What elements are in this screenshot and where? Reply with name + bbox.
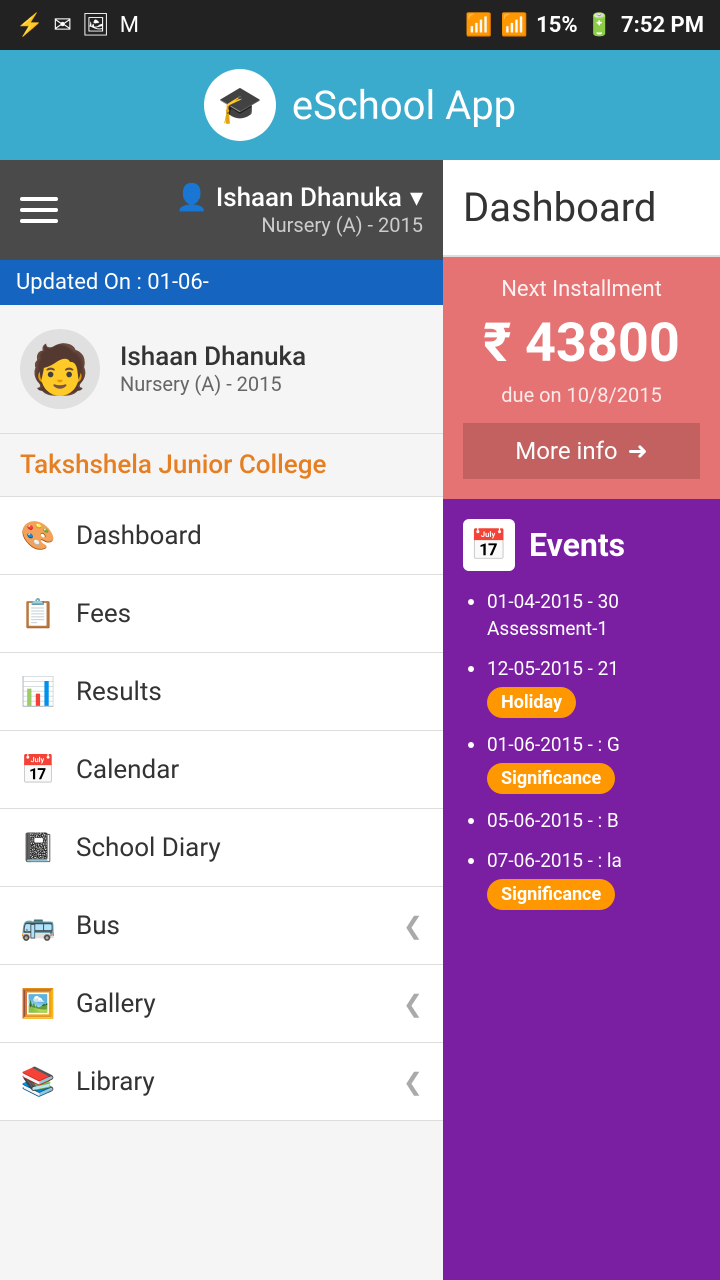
right-panel: Dashboard Next Installment ₹ 43800 due o… <box>443 160 720 1280</box>
sidebar-item-schooldiary[interactable]: 📓 School Diary <box>0 809 443 887</box>
status-right-info: 📶 📶 15% 🔋 7:52 PM <box>465 13 704 38</box>
sidebar: 👤 Ishaan Dhanuka ▾ Nursery (A) - 2015 Up… <box>0 160 443 1280</box>
sidebar-item-bus[interactable]: 🚌 Bus ❮ <box>0 887 443 965</box>
events-card: 📅 Events 01-04-2015 - 30 Assessment-1 12-… <box>443 499 720 1280</box>
profile-section: 🧑 Ishaan Dhanuka Nursery (A) - 2015 <box>0 305 443 434</box>
header-classname: Nursery (A) - 2015 <box>261 213 423 237</box>
signal-icon: 📶 <box>501 13 528 38</box>
calendar-icon: 📅 <box>463 519 515 571</box>
avatar: 🧑 <box>20 329 100 409</box>
library-label: Library <box>76 1067 383 1097</box>
dropdown-icon: ▾ <box>410 183 423 213</box>
events-title: Events <box>529 526 625 564</box>
list-item: 07-06-2015 - : la Significance <box>487 848 700 910</box>
app-title: eSchool App <box>292 82 516 129</box>
sidebar-item-fees[interactable]: 📋 Fees <box>0 575 443 653</box>
header-username[interactable]: 👤 Ishaan Dhanuka ▾ <box>175 183 423 213</box>
sidebar-item-library[interactable]: 📚 Library ❮ <box>0 1043 443 1121</box>
wifi-icon: 📶 <box>465 13 492 38</box>
user-icon: 👤 <box>175 183 207 213</box>
battery-icon: 🔋 <box>586 13 613 38</box>
list-item: 05-06-2015 - : B <box>487 808 700 835</box>
dashboard-header: Dashboard <box>443 160 720 257</box>
event-badge: Holiday <box>487 687 576 718</box>
calendar-icon: 📅 <box>20 753 56 786</box>
event-text: Assessment-1 <box>487 617 608 640</box>
event-list: 01-04-2015 - 30 Assessment-1 12-05-2015 -… <box>463 589 700 910</box>
dashboard-icon: 🎨 <box>20 519 56 552</box>
event-badge: Significance <box>487 763 615 794</box>
schooldiary-label: School Diary <box>76 833 423 863</box>
sidebar-topbar: 👤 Ishaan Dhanuka ▾ Nursery (A) - 2015 <box>0 160 443 260</box>
battery-level: 15% <box>536 13 578 38</box>
events-header: 📅 Events <box>463 519 700 571</box>
fees-card: Next Installment ₹ 43800 due on 10/8/201… <box>443 257 720 499</box>
event-date: 01-06-2015 - : G <box>487 733 620 756</box>
usb-icon: ⚡ <box>16 13 43 38</box>
event-date: 12-05-2015 - 21 <box>487 657 619 680</box>
school-name: Takshshela Junior College <box>0 434 443 497</box>
profile-text: Ishaan Dhanuka Nursery (A) - 2015 <box>120 342 306 396</box>
status-bar: ⚡ ✉ 🖼 M 📶 📶 15% 🔋 7:52 PM <box>0 0 720 50</box>
next-installment-label: Next Installment <box>463 277 700 302</box>
gmail-icon: M <box>120 13 139 38</box>
bus-icon: 🚌 <box>20 909 56 942</box>
profile-class: Nursery (A) - 2015 <box>120 372 306 396</box>
library-arrow: ❮ <box>403 1068 423 1096</box>
profile-name: Ishaan Dhanuka <box>120 342 306 372</box>
more-info-button[interactable]: More info ➜ <box>463 423 700 479</box>
calendar-label: Calendar <box>76 755 423 785</box>
nav-list: 🎨 Dashboard 📋 Fees 📊 Results 📅 Calendar … <box>0 497 443 1121</box>
app-header: 🎓 eSchool App <box>0 50 720 160</box>
gallery-arrow: ❮ <box>403 990 423 1018</box>
image-icon: 🖼 <box>82 13 110 38</box>
event-date: 01-04-2015 - 30 <box>487 590 619 613</box>
event-badge: Significance <box>487 879 615 910</box>
sidebar-item-calendar[interactable]: 📅 Calendar <box>0 731 443 809</box>
app-logo: 🎓 <box>204 69 276 141</box>
results-icon: 📊 <box>20 675 56 708</box>
main-layout: 👤 Ishaan Dhanuka ▾ Nursery (A) - 2015 Up… <box>0 160 720 1280</box>
user-info-header: 👤 Ishaan Dhanuka ▾ Nursery (A) - 2015 <box>175 183 423 237</box>
gallery-icon: 🖼️ <box>20 987 56 1020</box>
avatar-image: 🧑 <box>30 341 90 398</box>
bus-label: Bus <box>76 911 383 941</box>
status-left-icons: ⚡ ✉ 🖼 M <box>16 13 139 38</box>
list-item: 01-04-2015 - 30 Assessment-1 <box>487 589 700 642</box>
library-icon: 📚 <box>20 1065 56 1098</box>
update-banner: Updated On : 01-06- <box>0 260 443 305</box>
gallery-label: Gallery <box>76 989 383 1019</box>
schooldiary-icon: 📓 <box>20 831 56 864</box>
sidebar-item-gallery[interactable]: 🖼️ Gallery ❮ <box>0 965 443 1043</box>
results-label: Results <box>76 677 423 707</box>
event-date: 07-06-2015 - : la <box>487 849 622 872</box>
time-display: 7:52 PM <box>621 13 704 38</box>
list-item: 01-06-2015 - : G Significance <box>487 732 700 794</box>
sidebar-item-results[interactable]: 📊 Results <box>0 653 443 731</box>
sidebar-item-dashboard[interactable]: 🎨 Dashboard <box>0 497 443 575</box>
hamburger-menu[interactable] <box>20 197 58 223</box>
list-item: 12-05-2015 - 21 Holiday <box>487 656 700 718</box>
due-date: due on 10/8/2015 <box>463 383 700 407</box>
more-info-label: More info <box>515 437 617 465</box>
arrow-right-icon: ➜ <box>628 437 648 465</box>
fees-icon: 📋 <box>20 597 56 630</box>
dashboard-title: Dashboard <box>463 184 700 231</box>
email-icon: ✉ <box>53 13 71 38</box>
dashboard-label: Dashboard <box>76 521 423 551</box>
event-date: 05-06-2015 - : B <box>487 809 619 832</box>
fees-label: Fees <box>76 599 423 629</box>
installment-amount: ₹ 43800 <box>463 312 700 375</box>
bus-arrow: ❮ <box>403 912 423 940</box>
